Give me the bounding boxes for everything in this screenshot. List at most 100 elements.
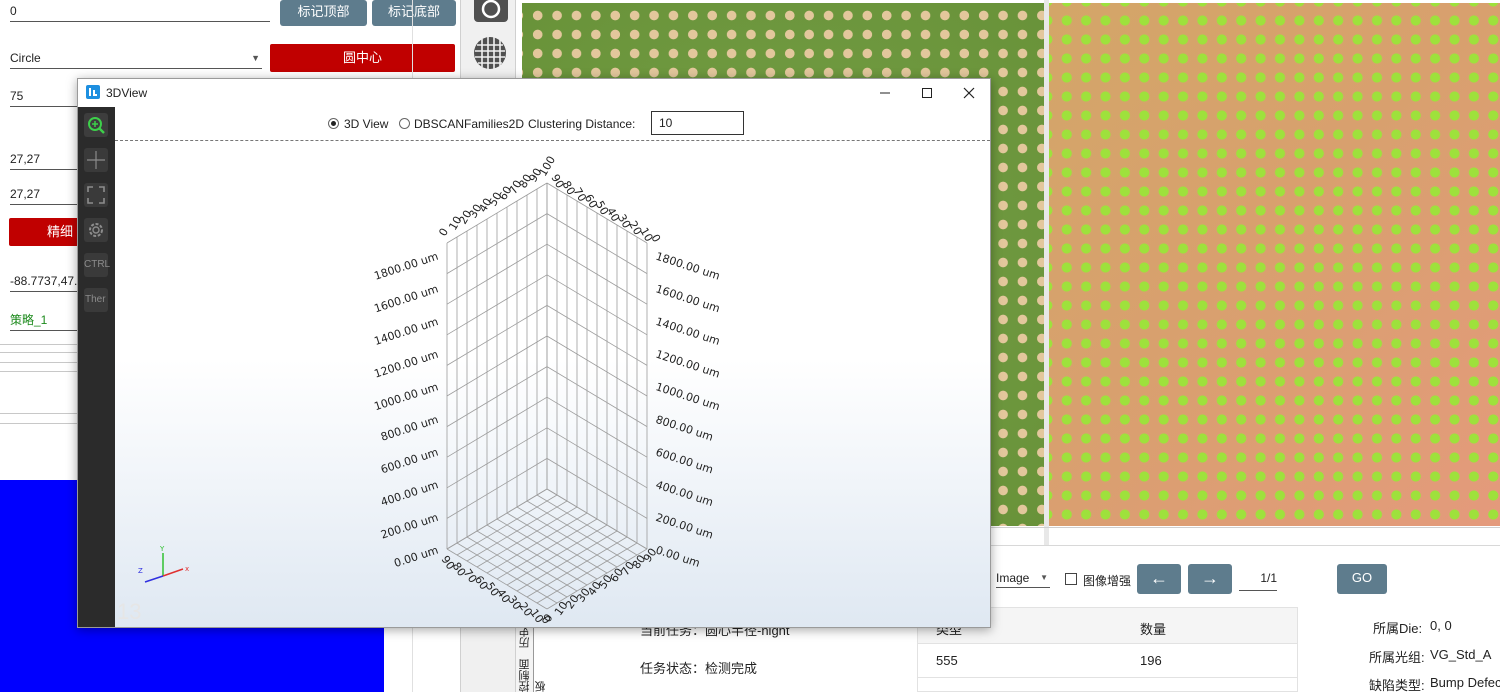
optgroup-value: VG_Std_A bbox=[1430, 647, 1492, 662]
param-75-value: 75 bbox=[10, 89, 24, 103]
divider bbox=[0, 344, 78, 345]
dbscan-label: DBSCANFamilies2D bbox=[414, 117, 525, 131]
cluster-distance-input[interactable]: 10 bbox=[651, 111, 744, 135]
3d-axes-chart[interactable]: 0.00 um 0.00 um200.00 um 200.00 um400.00 u… bbox=[115, 141, 990, 627]
chevron-down-icon: ▼ bbox=[1040, 573, 1048, 582]
ctrl-button[interactable]: CTRL bbox=[84, 253, 110, 277]
z-tick-label: 400.00 um bbox=[654, 478, 715, 509]
z-tick-label: 200.00 um bbox=[654, 511, 715, 542]
dbscan-radio[interactable] bbox=[399, 118, 410, 129]
maximize-button[interactable] bbox=[910, 79, 944, 107]
z-tick-label: 0.00 um bbox=[654, 543, 701, 569]
size1-value: 27,27 bbox=[10, 152, 41, 166]
close-button[interactable] bbox=[952, 79, 986, 107]
zoom-icon bbox=[88, 117, 105, 134]
side-tab-history[interactable]: 历史 bbox=[517, 626, 533, 648]
move-icon bbox=[87, 151, 105, 169]
theme-button[interactable]: Ther bbox=[84, 288, 108, 312]
grid-button[interactable] bbox=[473, 36, 507, 70]
z-tick-label: 1800.00 um bbox=[654, 250, 721, 283]
mark-bottom-button[interactable]: 标记底部 bbox=[372, 0, 456, 26]
z-tick-label: 1400.00 um bbox=[654, 315, 721, 348]
table-cell: 196 bbox=[1140, 653, 1162, 668]
enhance-label: 图像增强 bbox=[1083, 574, 1132, 588]
minimize-button[interactable] bbox=[868, 79, 902, 107]
z-tick-label: 600.00 um bbox=[654, 446, 715, 477]
z-tick-label: 1600.00 um bbox=[373, 282, 440, 315]
size2-value: 27,27 bbox=[10, 187, 41, 201]
camera-button[interactable] bbox=[474, 0, 508, 22]
size1-field[interactable]: 27,27 bbox=[10, 150, 80, 170]
strategy-value: 策略_1 bbox=[10, 313, 48, 327]
3d-plot-area[interactable]: 0.00 um 0.00 um 200.00 um 200.00 um 400.00 u… bbox=[115, 141, 990, 627]
view3d-radio[interactable] bbox=[328, 118, 339, 129]
fullscreen-icon bbox=[87, 186, 105, 204]
view3d-label: 3D View bbox=[344, 117, 389, 131]
axis-letter-z: Z bbox=[138, 567, 143, 575]
z-tick-label: 800.00 um bbox=[379, 413, 440, 444]
mark-top-button[interactable]: 标记顶部 bbox=[280, 0, 367, 26]
z-tick-label: 1200.00 um bbox=[654, 348, 721, 381]
axis-letter-x: x bbox=[185, 565, 189, 573]
z-tick-label: 1800.00 um bbox=[373, 250, 440, 283]
fine-button[interactable]: 精细 bbox=[9, 218, 79, 246]
wafer-image-right[interactable] bbox=[1049, 3, 1500, 526]
die-label: 所属Die: bbox=[1373, 621, 1423, 636]
shape-select[interactable]: Circle ▼ bbox=[10, 49, 262, 69]
z-tick-label: 1400.00 um bbox=[373, 315, 440, 348]
z-tick-label: 1600.00 um bbox=[654, 282, 721, 315]
shape-select-value: Circle bbox=[10, 51, 41, 65]
top-offset-value: 0 bbox=[10, 4, 17, 18]
grid-icon bbox=[474, 37, 506, 69]
z-tick-label: 1000.00 um bbox=[373, 380, 440, 413]
camera-icon bbox=[481, 0, 501, 19]
axis-letter-y: Y bbox=[159, 545, 165, 553]
axis-triad-icon: Y x Z bbox=[138, 545, 189, 583]
view-options-bar: 3D View DBSCANFamilies2D Clustering Dist… bbox=[115, 107, 990, 141]
go-button[interactable]: GO bbox=[1337, 564, 1387, 594]
divider bbox=[0, 362, 78, 363]
top-offset-field[interactable]: 0 bbox=[10, 2, 270, 22]
settings-button[interactable] bbox=[84, 218, 108, 242]
size2-field[interactable]: 27,27 bbox=[10, 185, 80, 205]
next-button[interactable]: → bbox=[1188, 564, 1232, 594]
zoom-button[interactable] bbox=[84, 113, 108, 137]
table-row[interactable]: 555 196 bbox=[918, 644, 1297, 678]
circle-center-button[interactable]: 圆中心 bbox=[270, 44, 455, 72]
prev-button[interactable]: ← bbox=[1137, 564, 1181, 594]
optgroup-label: 所属光组: bbox=[1369, 650, 1425, 665]
view-toolbar: CTRL Ther bbox=[78, 107, 115, 627]
z-tick-label: 0.00 um bbox=[392, 543, 439, 569]
cluster-distance-value: 10 bbox=[659, 116, 673, 130]
divider bbox=[0, 371, 78, 372]
enhance-checkbox[interactable] bbox=[1065, 573, 1077, 585]
minimize-icon bbox=[880, 92, 890, 94]
title-bar[interactable]: 3DView bbox=[78, 79, 990, 107]
gear-icon bbox=[89, 223, 103, 237]
cluster-label: Clustering Distance: bbox=[528, 117, 636, 131]
maximize-icon bbox=[922, 88, 932, 98]
z-tick-label: 1000.00 um bbox=[654, 380, 721, 413]
fit-button[interactable] bbox=[84, 183, 108, 207]
strategy-field[interactable]: 策略_1 bbox=[10, 311, 80, 331]
pan-button[interactable] bbox=[84, 148, 108, 172]
coord-field[interactable]: -88.7737,47. bbox=[10, 272, 80, 292]
close-icon bbox=[963, 87, 975, 99]
arrow-left-icon: ← bbox=[1150, 568, 1168, 588]
page-field[interactable]: 1/1 bbox=[1239, 571, 1277, 591]
window-title: 3DView bbox=[106, 86, 148, 100]
image-select[interactable]: Image ▼ bbox=[996, 566, 1050, 588]
app-logo-icon bbox=[86, 85, 100, 99]
status-label: 任务状态：检测完成 bbox=[640, 661, 758, 676]
z-tick-label: 400.00 um bbox=[379, 478, 440, 509]
table-col-count: 数量 bbox=[1140, 622, 1167, 637]
table-cell: 555 bbox=[936, 653, 958, 668]
image-select-value: Image bbox=[996, 571, 1030, 585]
image-splitter[interactable] bbox=[1044, 0, 1049, 545]
divider bbox=[0, 413, 78, 414]
side-tab-control[interactable]: 控制面板 bbox=[517, 656, 549, 692]
z-tick-label: 600.00 um bbox=[379, 446, 440, 477]
die-value: 0, 0 bbox=[1430, 618, 1452, 633]
param-75-field[interactable]: 75 bbox=[10, 87, 80, 107]
z-tick-label: 200.00 um bbox=[379, 511, 440, 542]
